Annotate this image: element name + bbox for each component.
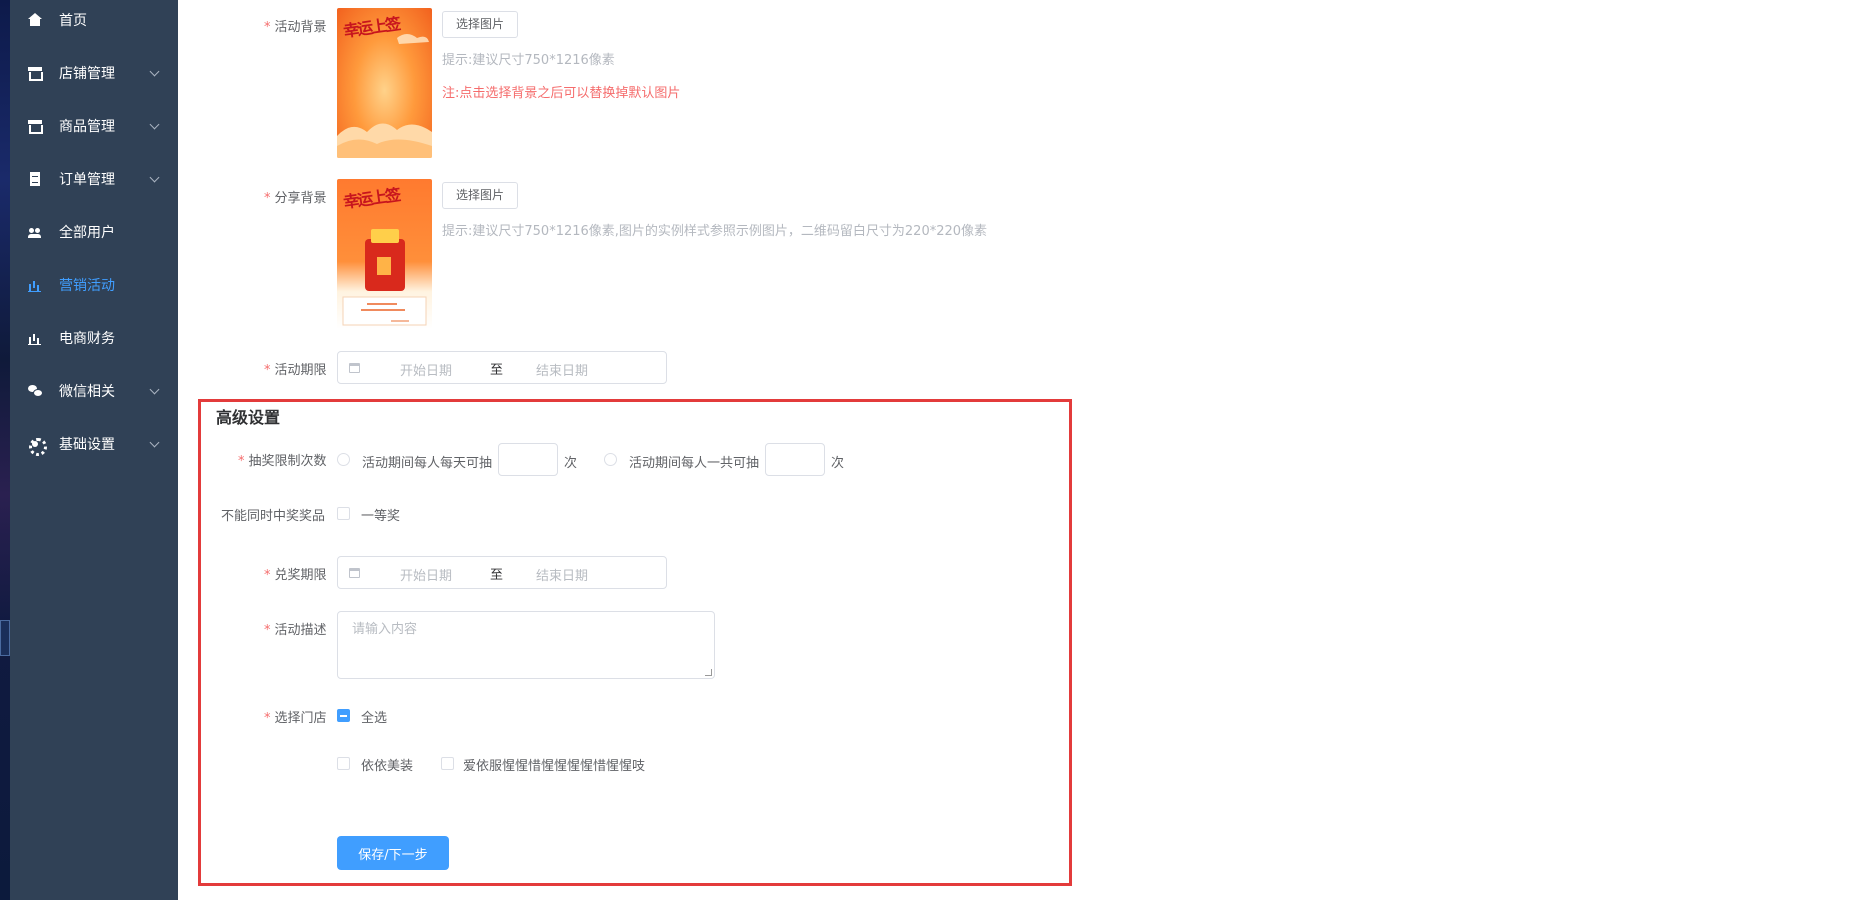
share-bg-hint: 提示:建议尺寸750*1216像素,图片的实例样式参照示例图片，二维码留白尺寸为… xyxy=(442,224,988,239)
store-icon xyxy=(28,66,43,81)
background-strip-frame xyxy=(0,620,10,656)
sidebar-item-home[interactable]: 首页 xyxy=(10,0,178,46)
activity-bg-hint: 提示:建议尺寸750*1216像素 xyxy=(442,53,615,68)
sidebar-item-wechat[interactable]: 微信相关 xyxy=(10,364,178,417)
activity-bg-thumbnail: 幸运上签 xyxy=(337,8,432,158)
first-prize-checkbox[interactable] xyxy=(337,507,350,520)
draw-limit-daily-unit: 次 xyxy=(564,456,578,471)
draw-limit-total-radio[interactable] xyxy=(604,453,617,466)
draw-limit-total-input[interactable] xyxy=(765,443,825,476)
sidebar-item-finance[interactable]: 电商财务 xyxy=(10,311,178,364)
sidebar-item-order-management[interactable]: 订单管理 xyxy=(10,152,178,205)
document-icon xyxy=(28,171,42,186)
sidebar-item-store-management[interactable]: 店铺管理 xyxy=(10,46,178,99)
activity-period-label: * 活动期限 xyxy=(264,363,327,378)
chevron-down-icon xyxy=(149,384,160,395)
redeem-period-range[interactable]: 开始日期 至 结束日期 xyxy=(337,556,667,589)
range-separator: 至 xyxy=(490,568,504,583)
chevron-down-icon xyxy=(149,66,160,77)
wechat-icon xyxy=(28,384,43,398)
store-option-label[interactable]: 依依美装 xyxy=(361,755,413,774)
sidebar: 首页 店铺管理 商品管理 订单管理 全部用户 营销活动 电商财务 微信相关 基础… xyxy=(10,0,178,900)
draw-limit-daily-label[interactable]: 活动期间每人每天可抽 xyxy=(362,452,492,471)
calendar-icon xyxy=(349,363,360,373)
sidebar-item-label: 订单管理 xyxy=(59,171,115,188)
share-bg-thumbnail: 幸运上签 xyxy=(337,179,432,329)
store-checkbox[interactable] xyxy=(441,757,454,770)
activity-period-end[interactable]: 结束日期 xyxy=(536,360,588,379)
sidebar-item-label: 基础设置 xyxy=(59,436,115,453)
chevron-down-icon xyxy=(149,172,160,183)
draw-limit-daily-radio[interactable] xyxy=(337,453,350,466)
gear-icon xyxy=(28,437,47,456)
save-next-button[interactable]: 保存/下一步 xyxy=(337,836,449,870)
activity-bg-label: * 活动背景 xyxy=(264,20,327,35)
first-prize-label[interactable]: 一等奖 xyxy=(361,505,400,524)
select-all-label[interactable]: 全选 xyxy=(361,707,387,726)
sidebar-item-label: 店铺管理 xyxy=(59,65,115,82)
activity-period-range[interactable]: 开始日期 至 结束日期 xyxy=(337,351,667,384)
draw-limit-total-label[interactable]: 活动期间每人一共可抽 xyxy=(629,452,759,471)
advanced-settings-title: 高级设置 xyxy=(216,408,281,427)
draw-limit-total-unit: 次 xyxy=(831,456,845,471)
store-option-label[interactable]: 爱依服惺惺惜惺惺惺惺惜惺惺吱 xyxy=(463,755,645,774)
calendar-icon xyxy=(349,568,360,578)
sidebar-item-marketing[interactable]: 营销活动 xyxy=(10,258,178,311)
description-label: * 活动描述 xyxy=(264,623,327,638)
sidebar-item-basic-settings[interactable]: 基础设置 xyxy=(10,417,178,470)
background-strip xyxy=(0,0,10,900)
sidebar-item-all-users[interactable]: 全部用户 xyxy=(10,205,178,258)
sidebar-item-label: 电商财务 xyxy=(59,330,115,347)
description-placeholder: 请输入内容 xyxy=(352,622,418,637)
description-textarea[interactable]: 请输入内容 xyxy=(337,611,715,679)
users-icon xyxy=(28,225,42,239)
draw-limit-label: * 抽奖限制次数 xyxy=(238,454,327,469)
bar-chart-icon xyxy=(28,331,42,345)
chevron-down-icon xyxy=(149,437,160,448)
activity-period-start[interactable]: 开始日期 xyxy=(400,360,452,379)
resize-handle-icon[interactable] xyxy=(705,669,712,676)
stores-label: * 选择门店 xyxy=(264,711,327,726)
no-multi-prize-label: 不能同时中奖奖品 xyxy=(221,509,326,524)
share-bg-label: * 分享背景 xyxy=(264,191,327,206)
redeem-period-label: * 兑奖期限 xyxy=(264,568,327,583)
share-bg-select-button[interactable]: 选择图片 xyxy=(442,182,519,209)
redeem-period-end[interactable]: 结束日期 xyxy=(536,565,588,584)
store-icon xyxy=(28,119,43,134)
activity-bg-select-button[interactable]: 选择图片 xyxy=(442,11,519,38)
sidebar-item-label: 微信相关 xyxy=(59,383,115,400)
sidebar-item-product-management[interactable]: 商品管理 xyxy=(10,99,178,152)
sidebar-item-label: 商品管理 xyxy=(59,118,115,135)
main-content: * 活动背景 幸运上签 选择图片 提示:建议尺寸750*1216像素 注:点击选择… xyxy=(178,0,1872,900)
select-all-checkbox[interactable] xyxy=(337,709,350,722)
home-icon xyxy=(28,12,42,27)
draw-limit-daily-input[interactable] xyxy=(498,443,558,476)
sidebar-item-label: 营销活动 xyxy=(59,277,115,294)
activity-bg-note: 注:点击选择背景之后可以替换掉默认图片 xyxy=(442,86,681,101)
bar-chart-icon xyxy=(28,278,42,292)
redeem-period-start[interactable]: 开始日期 xyxy=(400,565,452,584)
store-checkbox[interactable] xyxy=(337,757,350,770)
range-separator: 至 xyxy=(490,363,504,378)
chevron-down-icon xyxy=(149,119,160,130)
sidebar-item-label: 全部用户 xyxy=(59,224,115,241)
sidebar-item-label: 首页 xyxy=(59,12,87,29)
